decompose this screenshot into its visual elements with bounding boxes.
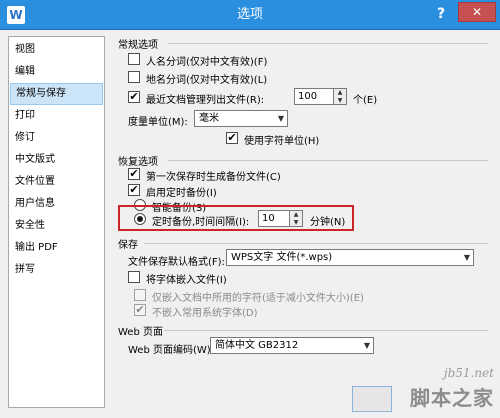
watermark-site-text: jb51.net	[443, 366, 494, 380]
spin-up-icon[interactable]: ▲	[334, 89, 346, 96]
section-divider	[144, 243, 488, 244]
timed-backup-checkbox[interactable]: ✔	[128, 184, 140, 196]
section-title-web: Web 页面	[118, 327, 163, 338]
default-format-label: 文件保存默认格式(F):	[128, 257, 225, 268]
no-common-fonts-checkbox[interactable]: ✔	[134, 304, 146, 316]
web-encoding-label: Web 页面编码(W):	[128, 345, 215, 356]
no-common-fonts-label: 不嵌入常用系统字体(D)	[152, 308, 258, 319]
chevron-down-icon: ▼	[463, 253, 470, 262]
char-unit-label: 使用字符单位(H)	[244, 136, 320, 147]
sidebar-item-export-pdf[interactable]: 输出 PDF	[10, 237, 103, 259]
web-encoding-dropdown[interactable]: 简体中文 GB2312 ▼	[210, 337, 374, 354]
sidebar-item-print[interactable]: 打印	[10, 105, 103, 127]
recent-docs-count-input[interactable]: 100	[294, 88, 334, 105]
sidebar-item-user-info[interactable]: 用户信息	[10, 193, 103, 215]
measure-unit-dropdown[interactable]: 毫米 ▼	[194, 110, 288, 127]
section-title-save: 保存	[118, 240, 138, 251]
watermark-logo-text: 脚本之家	[410, 386, 494, 410]
first-backup-checkbox[interactable]: ✔	[128, 168, 140, 180]
char-unit-checkbox[interactable]: ✔	[226, 132, 238, 144]
section-divider	[168, 43, 488, 44]
embed-fonts-label: 将字体嵌入文件(I)	[146, 275, 227, 286]
chevron-down-icon: ▼	[363, 341, 370, 350]
first-backup-label: 第一次保存时生成备份文件(C)	[146, 172, 281, 183]
place-split-checkbox[interactable]	[128, 71, 140, 83]
sidebar-item-security[interactable]: 安全性	[10, 215, 103, 237]
measure-unit-value: 毫米	[199, 113, 219, 124]
name-split-label: 人名分词(仅对中文有效)(F)	[146, 57, 268, 68]
title-bar: W 选项 ? ✕	[0, 0, 500, 30]
spin-down-icon[interactable]: ▼	[334, 97, 346, 104]
close-button[interactable]: ✕	[458, 2, 496, 22]
default-format-value: WPS文字 文件(*.wps)	[231, 252, 333, 263]
section-divider	[168, 160, 488, 161]
embed-fonts-checkbox[interactable]	[128, 271, 140, 283]
sidebar-item-spelling[interactable]: 拼写	[10, 259, 103, 281]
chevron-down-icon: ▼	[277, 114, 284, 123]
recent-docs-label: 最近文档管理列出文件(R):	[146, 95, 265, 106]
recent-docs-spinner[interactable]: ▲ ▼	[334, 88, 347, 105]
measure-unit-label: 度量单位(M):	[128, 117, 188, 128]
name-split-checkbox[interactable]	[128, 53, 140, 65]
highlight-annotation-box	[118, 205, 354, 231]
embed-used-chars-checkbox[interactable]	[134, 289, 146, 301]
category-sidebar: 视图 编辑 常规与保存 打印 修订 中文版式 文件位置 用户信息 安全性 输出 …	[8, 36, 105, 408]
web-encoding-value: 简体中文 GB2312	[215, 340, 299, 351]
section-title-general: 常规选项	[118, 40, 158, 51]
recent-docs-checkbox[interactable]: ✔	[128, 91, 140, 103]
sidebar-item-chinese-layout[interactable]: 中文版式	[10, 149, 103, 171]
site-watermark: jb51.net 脚本之家	[370, 366, 498, 414]
section-divider	[164, 330, 488, 331]
place-split-label: 地名分词(仅对中文有效)(L)	[146, 75, 268, 86]
window-title: 选项	[236, 7, 263, 22]
sidebar-item-edit[interactable]: 编辑	[10, 61, 103, 83]
embed-used-chars-label: 仅嵌入文档中所用的字符(适于减小文件大小)(E)	[152, 293, 364, 304]
recent-docs-unit: 个(E)	[353, 95, 378, 106]
default-format-dropdown[interactable]: WPS文字 文件(*.wps) ▼	[226, 249, 474, 266]
section-title-recovery: 恢复选项	[118, 157, 158, 168]
sidebar-item-view[interactable]: 视图	[10, 39, 103, 61]
sidebar-item-general-save[interactable]: 常规与保存	[10, 83, 103, 105]
sidebar-item-revision[interactable]: 修订	[10, 127, 103, 149]
help-button[interactable]: ?	[430, 4, 452, 24]
sidebar-item-file-location[interactable]: 文件位置	[10, 171, 103, 193]
timed-backup-label: 启用定时备份(I)	[146, 188, 217, 199]
